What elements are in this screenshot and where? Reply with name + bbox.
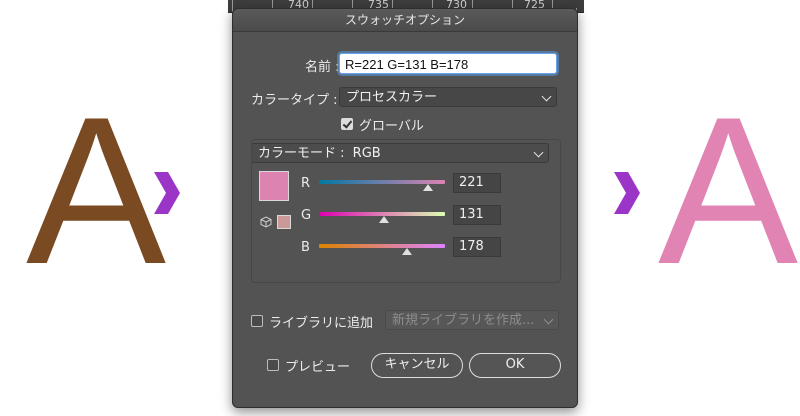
b-slider-thumb[interactable] xyxy=(401,248,412,255)
color-panel xyxy=(251,139,561,283)
preview-checkbox[interactable] xyxy=(267,359,279,371)
right-chevron-icon xyxy=(614,172,640,214)
chevron-down-icon xyxy=(541,91,552,102)
r-value-input[interactable]: 221 xyxy=(453,173,501,193)
swatch-options-dialog: スウォッチオプション 名前 : R=221 G=131 B=178 カラータイプ… xyxy=(232,8,578,408)
ok-button[interactable]: OK xyxy=(469,353,561,378)
right-chevron-icon xyxy=(154,172,180,214)
right-letter-a: A xyxy=(658,73,799,308)
b-value-input[interactable]: 178 xyxy=(453,237,501,257)
cancel-button[interactable]: キャンセル xyxy=(371,353,463,378)
library-select-value: 新規ライブラリを作成... xyxy=(392,313,535,328)
add-to-library-label: ライブラリに追加 xyxy=(269,316,374,331)
color-type-label: カラータイプ : xyxy=(251,93,338,108)
global-label: グローバル xyxy=(359,119,424,134)
dialog-title: スウォッチオプション xyxy=(233,9,577,32)
preview-label: プレビュー xyxy=(285,360,351,375)
left-letter-a: A xyxy=(26,73,167,308)
r-slider-thumb[interactable] xyxy=(423,184,434,191)
web-safe-swatch[interactable] xyxy=(277,215,291,229)
color-type-select[interactable]: プロセスカラー xyxy=(339,87,557,107)
channel-g-label: G xyxy=(301,208,312,223)
g-slider-thumb[interactable] xyxy=(378,216,389,223)
name-label: 名前 : xyxy=(305,60,340,75)
swatch-name-input[interactable]: R=221 G=131 B=178 xyxy=(339,53,557,74)
add-to-library-checkbox[interactable] xyxy=(251,315,263,327)
chevron-down-icon xyxy=(543,314,554,325)
color-type-value: プロセスカラー xyxy=(346,90,438,105)
channel-r-label: R xyxy=(301,176,311,191)
global-checkbox[interactable] xyxy=(341,118,353,130)
b-slider-track[interactable] xyxy=(319,244,445,248)
color-preview-swatch xyxy=(259,171,289,201)
library-select: 新規ライブラリを作成... xyxy=(385,310,559,330)
out-of-gamut-cube-icon[interactable] xyxy=(260,216,272,228)
g-value-input[interactable]: 131 xyxy=(453,205,501,225)
channel-b-label: B xyxy=(301,240,310,255)
